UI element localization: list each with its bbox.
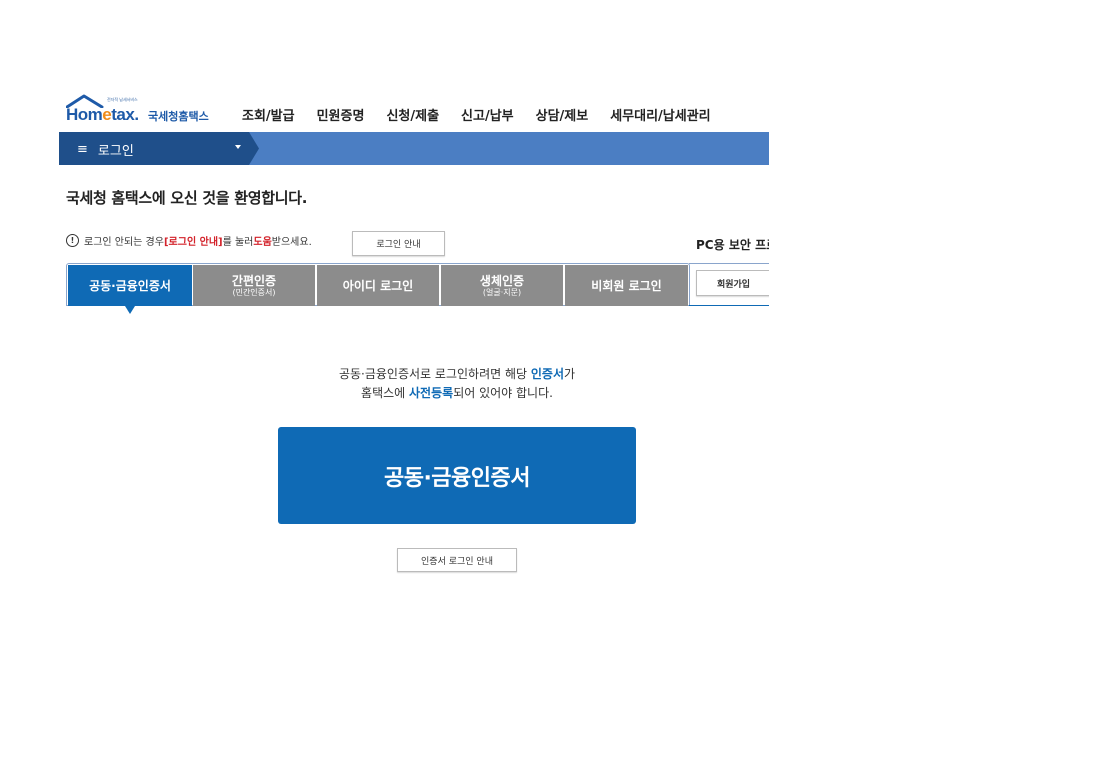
description-text: 가 [563, 367, 576, 381]
help-text-highlight: [로그인 안내] [163, 237, 223, 248]
tab-label: 아이디 로그인 [342, 278, 414, 293]
tab-guest-login[interactable]: 비회원 로그인 [565, 265, 688, 306]
tab-sublabel: (민간인증서) [232, 287, 276, 297]
nav-item-consultation[interactable]: 상담/제보 [536, 105, 589, 124]
description-highlight: 사전등록 [409, 386, 454, 400]
page: 전자적 납세서비스 Hometax. 국세청홈택스 조회/발급 민원증명 신청/… [0, 0, 1095, 775]
nav-item-tax-agent[interactable]: 세무대리/납세관리 [610, 105, 710, 124]
logo-brand-part: tax. [111, 105, 139, 124]
tab-sublabel: (얼굴·지문) [482, 287, 522, 297]
pc-security-program-link[interactable]: PC용 보안 프로그램 [696, 236, 769, 253]
cert-login-description: 공동·금융인증서로 로그인하려면 해당 인증서가 홈택스에 사전등록되어 있어야… [278, 365, 636, 403]
description-line: 홈택스에 사전등록되어 있어야 합니다. [278, 384, 636, 403]
description-highlight: 인증서 [530, 367, 564, 381]
tab-label: 생체인증 [479, 273, 525, 288]
menu-bar: ≡ 로그인 [59, 132, 769, 165]
nav-item-tax-report[interactable]: 신고/납부 [461, 105, 514, 124]
login-menu-dropdown[interactable]: ≡ 로그인 [77, 140, 134, 159]
logo-brand-e: e [102, 105, 112, 124]
menu-bar-label: 로그인 [97, 144, 134, 159]
help-text-part: 를 눌러 [222, 237, 254, 248]
top-nav: 조회/발급 민원증명 신청/제출 신고/납부 상담/제보 세무대리/납세관리 [242, 105, 733, 124]
logo-brand-part: Hom [66, 105, 103, 124]
active-tab-pointer [125, 306, 135, 314]
tab-label: 비회원 로그인 [591, 278, 662, 293]
tab-label: 간편인증 [231, 273, 277, 288]
cert-login-guide-button[interactable]: 인증서 로그인 안내 [397, 548, 517, 572]
description-text: 되어 있어야 합니다. [453, 386, 553, 400]
tab-label: 공동·금융인증서 [89, 278, 171, 293]
joint-financial-cert-login-button[interactable]: 공동·금융인증서 [278, 427, 636, 524]
login-guide-button[interactable]: 로그인 안내 [352, 231, 445, 256]
page-title: 국세청 홈택스에 오신 것을 환영합니다. [66, 189, 308, 207]
login-tabs: 공동·금융인증서 간편인증 (민간인증서) 아이디 로그인 생체인증 (얼굴·지… [66, 263, 690, 306]
logo-tagline: 전자적 납세서비스 [107, 97, 138, 102]
logo-korean-name: 국세청홈택스 [148, 110, 209, 123]
signup-button[interactable]: 회원가입 [696, 270, 771, 296]
description-text: 공동·금융인증서로 로그인하려면 해당 [338, 367, 531, 381]
logo-brand: Hometax. [66, 105, 139, 125]
nav-item-inquiry[interactable]: 조회/발급 [242, 105, 295, 124]
nav-item-certificates[interactable]: 민원증명 [317, 105, 365, 124]
info-icon: ! [66, 234, 79, 247]
help-text-part: 로그인 안되는 경우 [84, 237, 164, 248]
tab-simple-auth[interactable]: 간편인증 (민간인증서) [193, 265, 315, 306]
tab-joint-financial-cert[interactable]: 공동·금융인증서 [68, 265, 192, 306]
tab-biometric[interactable]: 생체인증 (얼굴·지문) [441, 265, 563, 306]
login-help-text: ! 로그인 안되는 경우 [로그인 안내] 를 눌러 도움 받으세요. [66, 233, 312, 248]
help-text-part: 받으세요. [271, 237, 312, 248]
nav-item-application[interactable]: 신청/제출 [386, 105, 439, 124]
chevron-down-icon[interactable] [235, 145, 241, 149]
description-line: 공동·금융인증서로 로그인하려면 해당 인증서가 [278, 365, 636, 384]
hamburger-icon: ≡ [77, 142, 88, 157]
tab-id-login[interactable]: 아이디 로그인 [317, 265, 439, 306]
description-text: 홈택스에 [361, 386, 410, 400]
blank-area [769, 0, 1095, 775]
help-text-highlight: 도움 [253, 237, 272, 248]
hometax-logo[interactable]: 전자적 납세서비스 Hometax. 국세청홈택스 [64, 94, 216, 126]
